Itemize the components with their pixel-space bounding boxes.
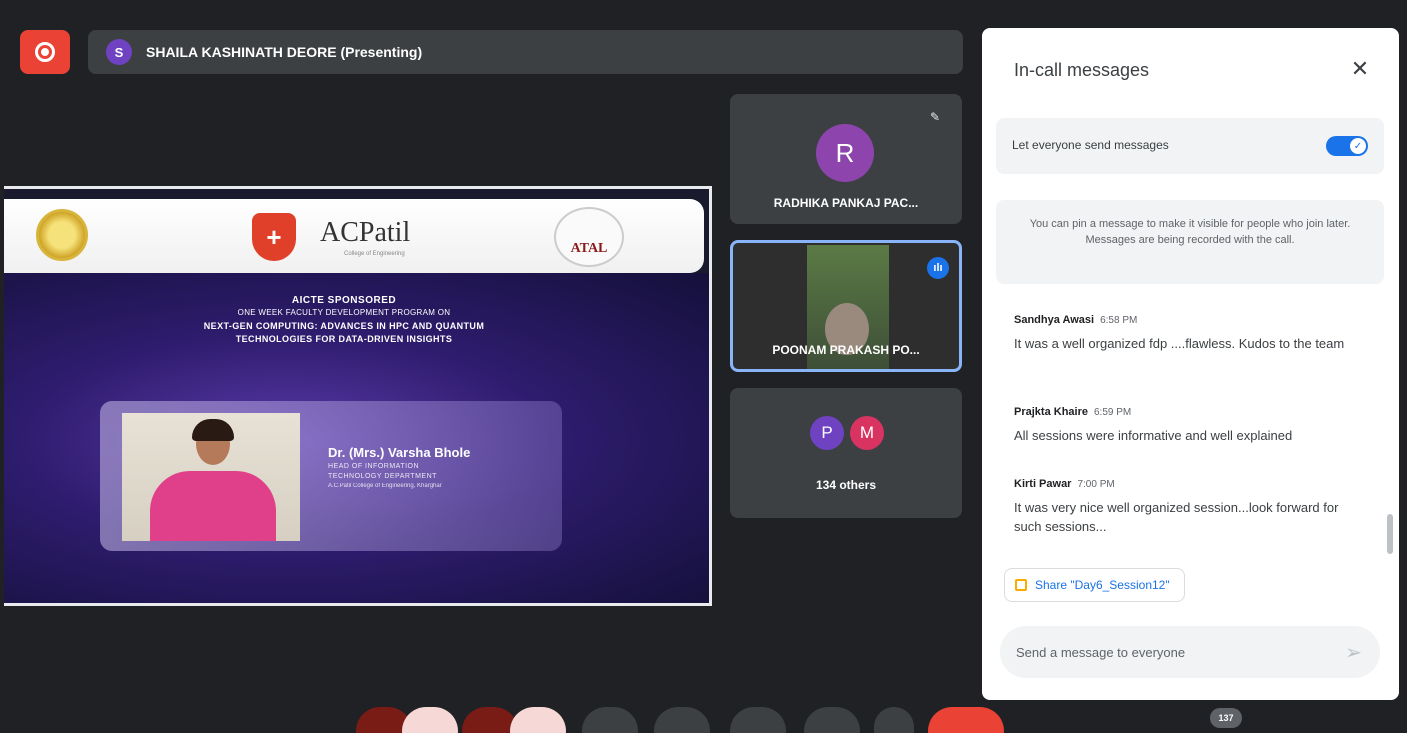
shared-screen: + ACPatil College of Engineering ATAL AI…: [4, 186, 712, 606]
control-button[interactable]: [582, 707, 638, 733]
participant-tile-poonam[interactable]: ılı POONAM PRAKASH PO...: [730, 240, 962, 372]
control-button[interactable]: [510, 707, 566, 733]
message-text: It was very nice well organized session.…: [1014, 500, 1339, 534]
control-button[interactable]: [654, 707, 710, 733]
message-sender: Prajkta Khaire: [1014, 406, 1088, 418]
speaker-role-1: HEAD OF INFORMATION: [328, 463, 420, 470]
participant-avatar-r: R: [816, 124, 874, 182]
share-file-chip[interactable]: Share "Day6_Session12": [1004, 568, 1185, 602]
recording-indicator-button[interactable]: [20, 30, 70, 74]
presenter-avatar: S: [106, 39, 132, 65]
acpatil-logo-text: ACPatil: [320, 217, 411, 248]
control-button[interactable]: [874, 707, 914, 733]
leave-call-button[interactable]: [928, 707, 1004, 733]
others-count-label: 134 others: [815, 478, 877, 492]
allow-messages-toggle[interactable]: ✓: [1326, 136, 1368, 156]
message-time: 6:58 PM: [1100, 315, 1138, 326]
atal-logo: ATAL: [554, 207, 624, 267]
speaker-org: A.C.Patil College of Engineering, Khargh…: [328, 483, 442, 489]
record-icon: [35, 42, 55, 62]
speaker-role-2: TECHNOLOGY DEPARTMENT: [328, 473, 437, 480]
slide-line-3: NEXT-GEN COMPUTING: ADVANCES IN HPC AND …: [203, 321, 485, 331]
others-avatar-m: M: [850, 416, 884, 450]
send-icon[interactable]: ➢: [1345, 640, 1362, 665]
check-icon: ✓: [1350, 138, 1366, 154]
slide-body: AICTE SPONSORED ONE WEEK FACULTY DEVELOP…: [4, 273, 709, 603]
acpatil-logo-subtext: College of Engineering: [344, 251, 405, 257]
participant-tile-radhika[interactable]: ✎ R RADHIKA PANKAJ PAC...: [730, 94, 962, 224]
chat-panel-title: In-call messages: [1014, 60, 1150, 80]
allow-messages-label: Let everyone send messages: [1012, 138, 1169, 152]
speaking-indicator-icon: ılı: [927, 257, 949, 279]
slide-title-block: AICTE SPONSORED ONE WEEK FACULTY DEVELOP…: [104, 295, 584, 344]
speaker-photo: [122, 413, 300, 541]
participant-count-badge[interactable]: 137: [1210, 708, 1242, 728]
presenter-bar: S SHAILA KASHINATH DEORE (Presenting): [88, 30, 963, 74]
pin-icon[interactable]: ✎: [930, 110, 940, 124]
chat-message: Prajkta Khaire 6:59 PM All sessions were …: [1014, 402, 1354, 445]
message-time: 7:00 PM: [1077, 479, 1115, 490]
control-button[interactable]: [730, 707, 786, 733]
message-time: 6:59 PM: [1093, 407, 1132, 418]
aicte-logo-icon: [36, 209, 88, 261]
chat-message: Sandhya Awasi 6:58 PM It was a well organ…: [1014, 310, 1354, 353]
slide-line-4: TECHNOLOGIES FOR DATA-DRIVEN INSIGHTS: [235, 334, 453, 344]
others-avatar-p: P: [810, 416, 844, 450]
slide-line-1: AICTE SPONSORED: [291, 295, 397, 306]
chat-scrollbar[interactable]: [1387, 514, 1393, 554]
speaker-info: Dr. (Mrs.) Varsha Bhole HEAD OF INFORMAT…: [328, 445, 470, 489]
message-input-box: ➢: [1000, 626, 1380, 678]
share-file-label: Share "Day6_Session12": [1035, 578, 1170, 592]
slide-header: + ACPatil College of Engineering ATAL: [4, 199, 704, 273]
chat-message: Kirti Pawar 7:00 PM It was very nice well…: [1014, 474, 1354, 536]
message-sender: Kirti Pawar: [1014, 478, 1072, 490]
in-call-messages-panel: In-call messages ✕ Let everyone send mes…: [982, 28, 1399, 700]
participant-name-poonam: POONAM PRAKASH PO...: [772, 343, 920, 357]
participant-tile-others[interactable]: P M 134 others: [730, 388, 962, 518]
control-button[interactable]: [804, 707, 860, 733]
control-button[interactable]: [402, 707, 458, 733]
speaker-name: Dr. (Mrs.) Varsha Bhole: [328, 445, 471, 460]
message-sender: Sandhya Awasi: [1014, 314, 1095, 326]
message-text: All sessions were informative and well e…: [1014, 428, 1293, 443]
acpatil-shield-icon: +: [252, 213, 296, 261]
file-icon: [1015, 579, 1027, 591]
speaker-card: Dr. (Mrs.) Varsha Bhole HEAD OF INFORMAT…: [100, 401, 562, 551]
close-icon[interactable]: ✕: [1347, 56, 1373, 82]
pin-info-note: You can pin a message to make it visible…: [996, 200, 1384, 284]
allow-messages-row: Let everyone send messages ✓: [996, 118, 1384, 174]
slide-line-2: ONE WEEK FACULTY DEVELOPMENT PROGRAM ON: [237, 308, 451, 317]
presenter-name: SHAILA KASHINATH DEORE (Presenting): [146, 44, 423, 60]
message-input[interactable]: [1016, 640, 1316, 664]
participant-name-radhika: RADHIKA PANKAJ PAC...: [773, 196, 919, 210]
message-text: It was a well organized fdp ....flawless…: [1014, 336, 1345, 351]
